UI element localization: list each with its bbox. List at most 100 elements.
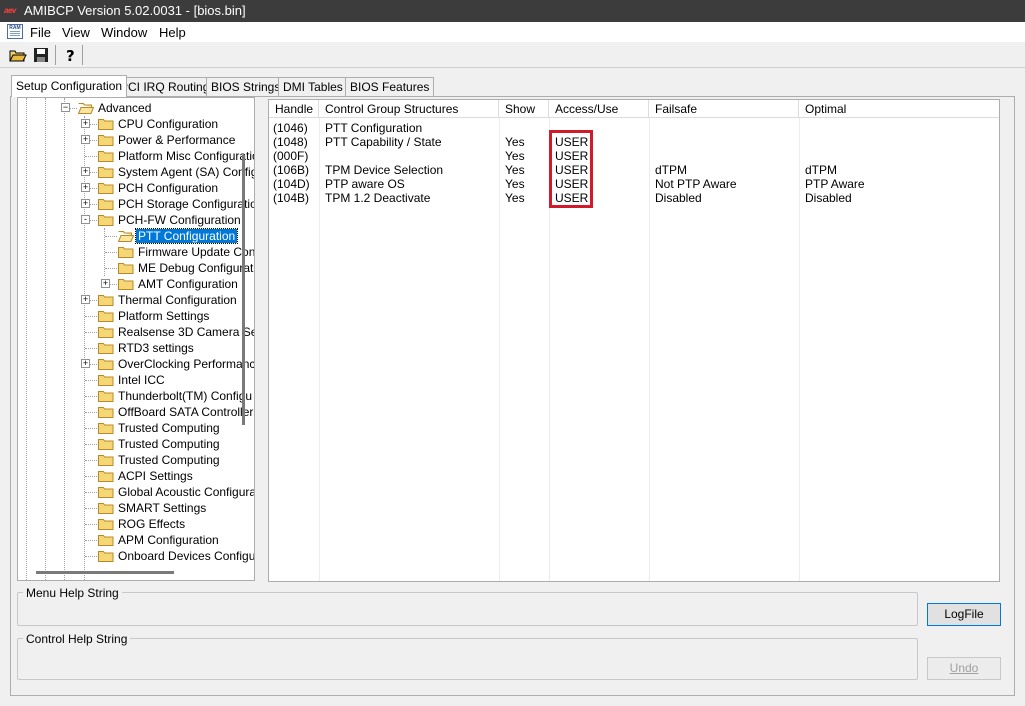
tree-item[interactable]: + PCH Configuration bbox=[18, 180, 254, 196]
tree-item[interactable]: − Advanced bbox=[18, 100, 254, 116]
toolbar-separator bbox=[82, 45, 83, 65]
cell-show[interactable]: Yes bbox=[505, 135, 525, 149]
collapse-icon[interactable]: − bbox=[61, 103, 70, 112]
tree-item[interactable]: Firmware Update Con bbox=[18, 244, 254, 260]
tree-item[interactable]: OffBoard SATA Controller bbox=[18, 404, 254, 420]
cell-optimal[interactable]: dTPM bbox=[805, 163, 837, 177]
tree-item[interactable]: Trusted Computing bbox=[18, 420, 254, 436]
tree-item[interactable]: Trusted Computing bbox=[18, 452, 254, 468]
cell-control-group[interactable]: PTT Capability / State bbox=[325, 135, 442, 149]
expand-icon[interactable]: + bbox=[81, 183, 90, 192]
tree-item[interactable]: + AMT Configuration bbox=[18, 276, 254, 292]
expand-icon[interactable]: + bbox=[81, 119, 90, 128]
cell-optimal[interactable]: Disabled bbox=[805, 191, 852, 205]
expand-icon[interactable]: + bbox=[81, 199, 90, 208]
tree-item[interactable]: ACPI Settings bbox=[18, 468, 254, 484]
cell-control-group[interactable]: TPM Device Selection bbox=[325, 163, 443, 177]
folder-icon bbox=[98, 518, 114, 530]
folder-icon bbox=[98, 358, 114, 370]
column-failsafe[interactable]: Failsafe bbox=[649, 100, 799, 118]
tree-item[interactable]: Platform Settings bbox=[18, 308, 254, 324]
cell-handle[interactable]: (1046) bbox=[273, 121, 308, 135]
column-divider bbox=[649, 118, 650, 581]
folder-icon bbox=[98, 166, 114, 178]
setup-tree[interactable]: − Advanced + CPU Configuration + Power & Perf… bbox=[17, 97, 255, 581]
tree-item[interactable]: SMART Settings bbox=[18, 500, 254, 516]
access-use-highlight bbox=[549, 130, 593, 208]
folder-icon bbox=[98, 486, 114, 498]
tree-item-label: CPU Configuration bbox=[118, 117, 219, 131]
save-icon[interactable] bbox=[31, 45, 51, 65]
tree-item[interactable]: Realsense 3D Camera Se bbox=[18, 324, 254, 340]
column-handle[interactable]: Handle bbox=[269, 100, 319, 118]
cell-optimal[interactable]: PTP Aware bbox=[805, 177, 865, 191]
tree-horizontal-scrollbar[interactable] bbox=[36, 571, 174, 574]
help-icon[interactable]: ? bbox=[60, 45, 80, 65]
cell-control-group[interactable]: PTP aware OS bbox=[325, 177, 405, 191]
menu-help[interactable]: Help bbox=[159, 25, 186, 40]
folder-icon bbox=[98, 134, 114, 146]
tree-item[interactable]: ME Debug Configurat bbox=[18, 260, 254, 276]
cell-failsafe[interactable]: Not PTP Aware bbox=[655, 177, 737, 191]
collapse-icon[interactable]: - bbox=[81, 215, 90, 224]
cell-failsafe[interactable]: Disabled bbox=[655, 191, 702, 205]
tree-item[interactable]: Trusted Computing bbox=[18, 436, 254, 452]
tree-item[interactable]: + System Agent (SA) Config bbox=[18, 164, 254, 180]
tree-item[interactable]: + Power & Performance bbox=[18, 132, 254, 148]
tree-item[interactable]: Global Acoustic Configura bbox=[18, 484, 254, 500]
cell-show[interactable]: Yes bbox=[505, 191, 525, 205]
expand-icon[interactable]: + bbox=[81, 167, 90, 176]
cell-handle[interactable]: (104B) bbox=[273, 191, 309, 205]
tree-item-label: System Agent (SA) Config bbox=[118, 165, 255, 179]
cell-control-group[interactable]: TPM 1.2 Deactivate bbox=[325, 191, 430, 205]
control-group-grid[interactable]: Handle Control Group Structures Show Acc… bbox=[268, 99, 1000, 582]
tree-item[interactable]: Onboard Devices Configu bbox=[18, 548, 254, 564]
tree-item[interactable]: Thunderbolt(TM) Configu bbox=[18, 388, 254, 404]
tab-pci-irq-routing[interactable]: PCI IRQ Routing bbox=[115, 77, 215, 96]
cell-handle[interactable]: (106B) bbox=[273, 163, 309, 177]
expand-icon[interactable]: + bbox=[81, 135, 90, 144]
cell-handle[interactable]: (1048) bbox=[273, 135, 308, 149]
column-optimal[interactable]: Optimal bbox=[799, 100, 999, 118]
tree-item[interactable]: Intel ICC bbox=[18, 372, 254, 388]
tree-item[interactable]: + Thermal Configuration bbox=[18, 292, 254, 308]
cell-failsafe[interactable]: dTPM bbox=[655, 163, 687, 177]
tree-vertical-scrollbar[interactable] bbox=[242, 155, 245, 425]
column-access-use[interactable]: Access/Use bbox=[549, 100, 649, 118]
cell-show[interactable]: Yes bbox=[505, 177, 525, 191]
column-control-group-structures[interactable]: Control Group Structures bbox=[319, 100, 499, 118]
tree-item[interactable]: + PCH Storage Configuratio bbox=[18, 196, 254, 212]
menu-view[interactable]: View bbox=[62, 25, 90, 40]
tree-item[interactable]: Platform Misc Configuratio bbox=[18, 148, 254, 164]
cell-show[interactable]: Yes bbox=[505, 149, 525, 163]
tab-dmi-tables[interactable]: DMI Tables bbox=[278, 77, 348, 96]
folder-icon bbox=[118, 246, 134, 258]
tree-item[interactable]: + CPU Configuration bbox=[18, 116, 254, 132]
tree-item[interactable]: + OverClocking Performanc bbox=[18, 356, 254, 372]
cell-handle[interactable]: (104D) bbox=[273, 177, 310, 191]
logfile-button[interactable]: LogFile bbox=[927, 603, 1001, 626]
expand-icon[interactable]: + bbox=[81, 359, 90, 368]
cell-handle[interactable]: (000F) bbox=[273, 149, 308, 163]
expand-icon[interactable]: + bbox=[81, 295, 90, 304]
tree-item[interactable]: RTD3 settings bbox=[18, 340, 254, 356]
undo-button[interactable]: Undo bbox=[927, 657, 1001, 680]
tree-item-label: AMT Configuration bbox=[138, 277, 238, 291]
menu-file[interactable]: File bbox=[30, 25, 51, 40]
folder-icon bbox=[98, 502, 114, 514]
tree-item[interactable]: ROG Effects bbox=[18, 516, 254, 532]
cell-show[interactable]: Yes bbox=[505, 163, 525, 177]
tree-item-label: Onboard Devices Configu bbox=[118, 549, 255, 563]
cell-control-group[interactable]: PTT Configuration bbox=[325, 121, 422, 135]
tab-bios-features[interactable]: BIOS Features bbox=[345, 77, 435, 96]
tree-item[interactable]: PTT Configuration bbox=[18, 228, 254, 244]
tree-item[interactable]: APM Configuration bbox=[18, 532, 254, 548]
expand-icon[interactable]: + bbox=[101, 279, 110, 288]
tab-setup-configuration[interactable]: Setup Configuration bbox=[11, 75, 128, 97]
document-icon[interactable]: RAM bbox=[7, 24, 23, 39]
column-show[interactable]: Show bbox=[499, 100, 549, 118]
menu-window[interactable]: Window bbox=[101, 25, 147, 40]
tab-bios-strings[interactable]: BIOS Strings bbox=[206, 77, 286, 96]
open-icon[interactable] bbox=[8, 45, 28, 65]
tree-item[interactable]: - PCH-FW Configuration bbox=[18, 212, 254, 228]
